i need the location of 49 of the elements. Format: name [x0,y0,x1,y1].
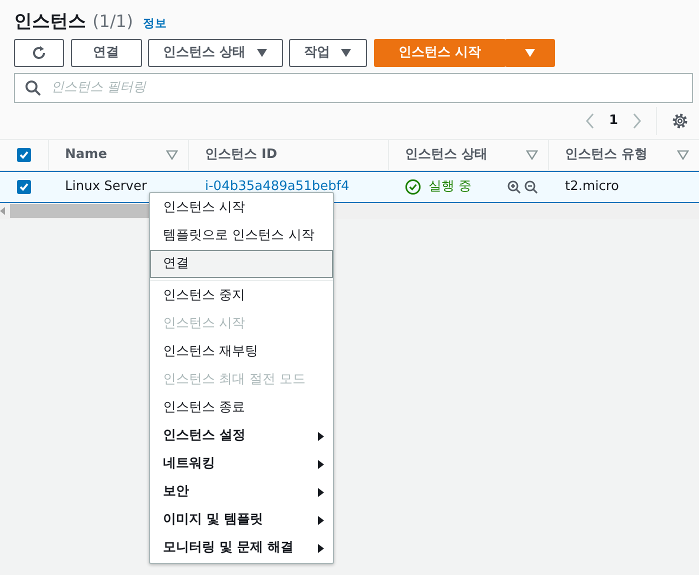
zoom-in-icon[interactable] [506,180,521,194]
submenu-arrow-icon [318,460,324,468]
refresh-icon [31,44,47,61]
check-circle-icon [405,178,421,195]
info-link[interactable]: 정보 [142,15,167,32]
menu-item[interactable]: 네트워킹 [150,450,333,478]
refresh-button[interactable] [14,38,64,67]
menu-item[interactable]: 보안 [150,478,333,506]
menu-item[interactable]: 모니터링 및 문제 해결 [150,534,333,562]
menu-item[interactable]: 인스턴스 중지 [150,282,333,310]
checkbox[interactable] [17,148,31,162]
scrollbar-thumb[interactable] [10,204,150,218]
scroll-left-icon[interactable] [0,206,6,215]
connect-button[interactable]: 연결 [70,38,142,67]
launch-menu-button[interactable] [505,38,556,67]
dropdown-button[interactable]: 작업 [289,38,368,67]
column-header[interactable]: 인스턴스 유형 [565,145,648,164]
menu-item[interactable]: 이미지 및 템플릿 [150,506,333,534]
menu-item[interactable]: 템플릿으로 인스턴스 시작 [150,222,333,250]
sort-icon[interactable] [677,150,689,160]
dropdown-button[interactable]: 인스턴스 상태 [148,38,283,67]
page-number[interactable]: 1 [608,111,618,130]
submenu-arrow-icon [318,516,324,524]
instance-count: (1/1) [92,11,134,34]
menu-item[interactable]: 연결 [150,250,333,281]
sort-icon[interactable] [166,150,178,160]
caret-icon [256,46,268,59]
sort-icon[interactable] [526,150,538,160]
status-text: 실행 중 [428,178,472,196]
zoom-out-icon[interactable] [524,180,538,194]
table-cell-text: Linux Server [65,178,147,196]
menu-item[interactable]: 인스턴스 설정 [150,422,333,450]
caret-icon [340,46,352,59]
submenu-arrow-icon [318,432,324,440]
menu-item[interactable]: 인스턴스 종료 [150,394,333,422]
previous-page-icon[interactable] [584,112,595,129]
column-header[interactable]: 인스턴스 상태 [405,145,488,164]
settings-icon[interactable] [671,112,689,130]
search-field[interactable]: 인스턴스 필터링 [14,72,693,103]
caret-icon [524,46,536,59]
submenu-arrow-icon [318,488,324,496]
column-header[interactable]: Name [65,145,108,164]
table-cell-text: t2.micro [565,178,619,196]
page-title: 인스턴스 [14,10,86,34]
submenu-arrow-icon [318,544,324,552]
next-page-icon[interactable] [632,112,642,129]
column-header[interactable]: 인스턴스 ID [205,145,278,164]
checkbox[interactable] [17,180,31,194]
menu-item[interactable]: 인스턴스 재부팅 [150,338,333,366]
